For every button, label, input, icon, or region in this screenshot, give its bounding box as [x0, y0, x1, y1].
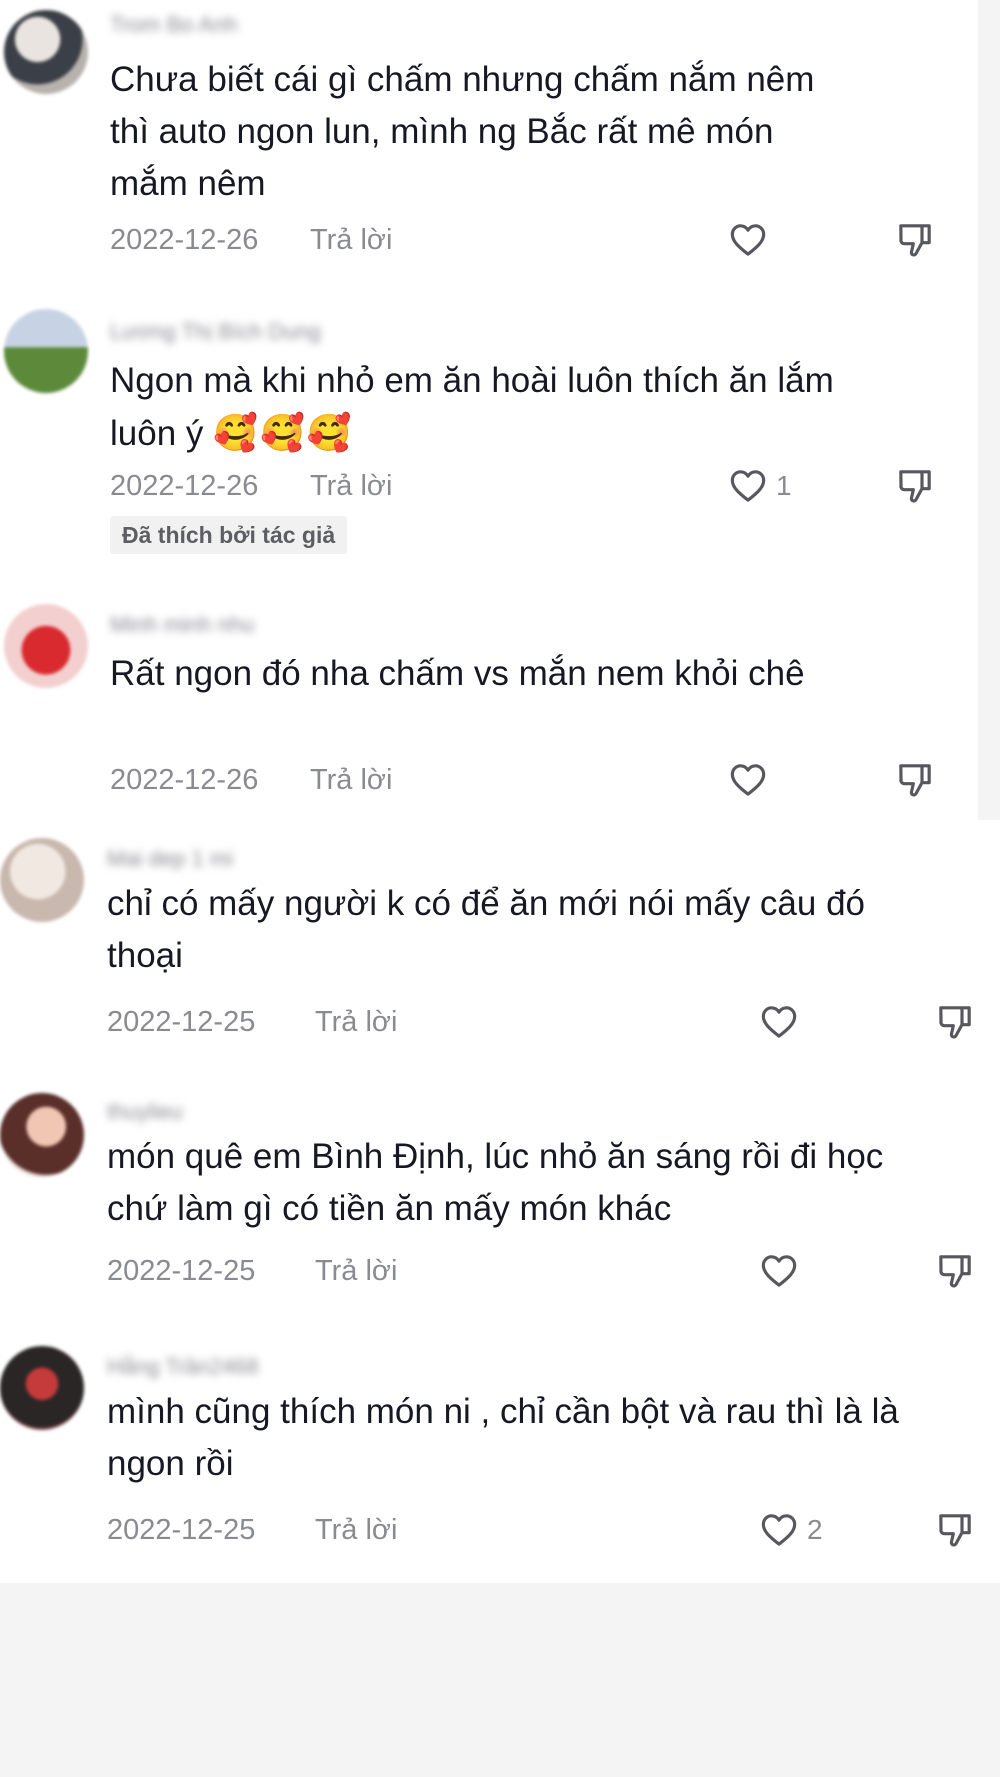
reply-button[interactable]: Trả lời	[315, 1251, 397, 1291]
comment-text-content: món quê em Bình Định, lúc nhỏ ăn sáng rồ…	[107, 1137, 884, 1228]
dislike-icon[interactable]	[895, 466, 935, 506]
reply-button[interactable]: Trả lời	[315, 1510, 397, 1550]
like-button[interactable]	[728, 220, 776, 260]
comment-item: Lương Thị Bích Dung Ngon mà khi nhỏ em ă…	[0, 305, 978, 565]
comment-item: thuylieu món quê em Bình Định, lúc nhỏ ă…	[0, 1085, 1000, 1315]
comment-item: Mai dep 1 mi chỉ có mấy người k có để ăn…	[0, 830, 1000, 1060]
heart-icon	[728, 220, 768, 260]
comment-meta: 2022-12-26 Trả lời	[110, 220, 950, 260]
comment-date: 2022-12-26	[110, 224, 259, 256]
comment-username[interactable]: thuylieu	[107, 1099, 183, 1125]
heart-icon	[728, 466, 768, 506]
comment-meta: 2022-12-26 Trả lời	[110, 760, 950, 800]
comment-item: Trom Bo Anh Chưa biết cái gì chấm nhưng …	[0, 0, 978, 270]
heart-icon	[759, 1510, 799, 1550]
like-count: 2	[807, 1514, 823, 1545]
reply-button[interactable]: Trả lời	[315, 1002, 397, 1042]
reply-button[interactable]: Trả lời	[310, 760, 392, 800]
comment-username[interactable]: Hằng Trần2468	[107, 1354, 259, 1380]
smiling-hearts-emoji: 🥰🥰🥰	[213, 412, 354, 453]
comment-username[interactable]: Trom Bo Anh	[110, 12, 238, 38]
avatar[interactable]	[0, 1093, 84, 1177]
dislike-icon[interactable]	[935, 1510, 975, 1550]
reply-button[interactable]: Trả lời	[310, 466, 392, 506]
comment-username[interactable]: Minh minh nhu	[110, 612, 254, 638]
comment-panel-bottom: Mai dep 1 mi chỉ có mấy người k có để ăn…	[0, 820, 1000, 1583]
heart-icon	[759, 1251, 799, 1291]
like-button[interactable]: 1	[728, 466, 792, 506]
avatar[interactable]	[0, 838, 84, 922]
like-button[interactable]	[728, 760, 776, 800]
reply-button[interactable]: Trả lời	[310, 220, 392, 260]
dislike-icon[interactable]	[895, 760, 935, 800]
comment-meta: 2022-12-25 Trả lời 2	[107, 1510, 987, 1550]
like-button[interactable]: 2	[759, 1510, 823, 1550]
like-button[interactable]	[759, 1002, 807, 1042]
comment-panel-top: Trom Bo Anh Chưa biết cái gì chấm nhưng …	[0, 0, 978, 820]
comment-text: mình cũng thích món ni , chỉ cần bột và …	[107, 1386, 907, 1490]
comment-text-content: Rất ngon đó nha chấm vs mắn nem khỏi chê	[110, 654, 805, 693]
comment-text-content: mình cũng thích món ni , chỉ cần bột và …	[107, 1392, 899, 1483]
comment-meta: 2022-12-25 Trả lời	[107, 1251, 987, 1291]
comment-username[interactable]: Mai dep 1 mi	[107, 846, 233, 872]
heart-icon	[728, 760, 768, 800]
comment-text: Ngon mà khi nhỏ em ăn hoài luôn thích ăn…	[110, 355, 870, 460]
dislike-icon[interactable]	[935, 1251, 975, 1291]
comment-username[interactable]: Lương Thị Bích Dung	[110, 319, 321, 345]
like-count: 1	[776, 470, 792, 501]
comment-item: Hằng Trần2468 mình cũng thích món ni , c…	[0, 1340, 1000, 1575]
liked-by-author-badge: Đã thích bởi tác giả	[110, 516, 348, 554]
comment-text: Rất ngon đó nha chấm vs mắn nem khỏi chê	[110, 648, 830, 700]
comment-date: 2022-12-26	[110, 764, 259, 796]
comment-date: 2022-12-25	[107, 1006, 256, 1038]
comment-meta: 2022-12-25 Trả lời	[107, 1002, 987, 1042]
comment-date: 2022-12-25	[107, 1514, 256, 1546]
avatar[interactable]	[4, 309, 88, 393]
dislike-icon[interactable]	[895, 220, 935, 260]
avatar[interactable]	[4, 604, 88, 688]
comment-text: món quê em Bình Định, lúc nhỏ ăn sáng rồ…	[107, 1131, 907, 1235]
avatar[interactable]	[4, 10, 88, 94]
like-button[interactable]	[759, 1251, 807, 1291]
comments-screen: Trom Bo Anh Chưa biết cái gì chấm nhưng …	[0, 0, 1000, 1777]
comment-date: 2022-12-26	[110, 470, 259, 502]
empty-footer-area	[0, 1583, 1000, 1777]
comment-date: 2022-12-25	[107, 1255, 256, 1287]
comment-text: Chưa biết cái gì chấm nhưng chấm nắm nêm…	[110, 54, 830, 210]
heart-icon	[759, 1002, 799, 1042]
comment-text: chỉ có mấy người k có để ăn mới nói mấy …	[107, 878, 867, 982]
dislike-icon[interactable]	[935, 1002, 975, 1042]
comment-text-content: Chưa biết cái gì chấm nhưng chấm nắm nêm…	[110, 60, 815, 203]
comment-text-content: chỉ có mấy người k có để ăn mới nói mấy …	[107, 884, 866, 975]
avatar[interactable]	[0, 1346, 84, 1430]
comment-meta: 2022-12-26 Trả lời 1	[110, 466, 950, 506]
comment-item: Minh minh nhu Rất ngon đó nha chấm vs mắ…	[0, 600, 978, 810]
